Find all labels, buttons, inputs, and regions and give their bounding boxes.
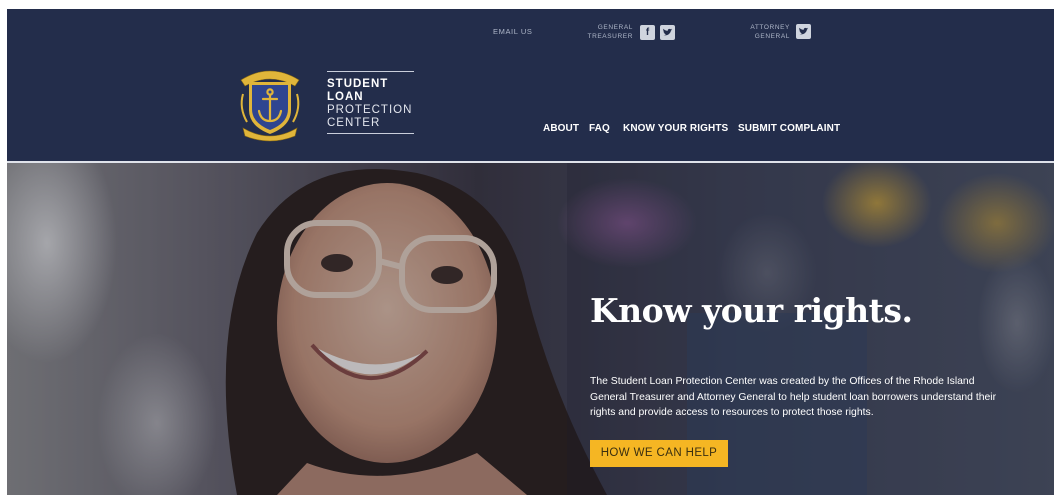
brand-line-student: STUDENT [327,78,389,90]
how-we-can-help-button[interactable]: HOW WE CAN HELP [590,440,728,467]
nav-faq[interactable]: FAQ [589,123,610,134]
nav-know-your-rights[interactable]: KNOW YOUR RIGHTS [623,123,728,134]
email-us-link[interactable]: EMAIL US [493,27,533,36]
hero-description: The Student Loan Protection Center was c… [590,376,997,418]
brand-bottom-rule [327,133,414,134]
hero-section: Know your rights. The Student Loan Prote… [7,163,1054,495]
twitter-bird-icon [663,28,673,36]
state-seal-logo[interactable] [235,64,305,142]
browser-viewport: EMAIL US GENERAL TREASURER f ATTORNEY GE… [7,9,1054,495]
hero-title: Know your rights. [590,291,913,330]
general-treasurer-label: GENERAL TREASURER [587,24,633,40]
brand-line-center: CENTER [327,117,381,129]
utility-bar: EMAIL US GENERAL TREASURER f ATTORNEY GE… [7,9,1054,57]
treasurer-twitter-icon[interactable] [660,25,675,40]
nav-about[interactable]: ABOUT [543,123,579,134]
treasurer-facebook-icon[interactable]: f [640,25,655,40]
site-header: EMAIL US GENERAL TREASURER f ATTORNEY GE… [7,9,1054,161]
brand-line-loan: LOAN [327,91,364,103]
attorney-twitter-icon[interactable] [796,24,811,39]
nav-submit-complaint[interactable]: SUBMIT COMPLAINT [738,123,840,134]
twitter-bird-icon [799,27,809,35]
attorney-general-label: ATTORNEY GENERAL [750,24,790,40]
brand-wordmark[interactable]: STUDENT LOAN PROTECTION CENTER [327,71,414,134]
seal-icon [240,70,300,142]
brand-line-protection: PROTECTION [327,104,413,116]
